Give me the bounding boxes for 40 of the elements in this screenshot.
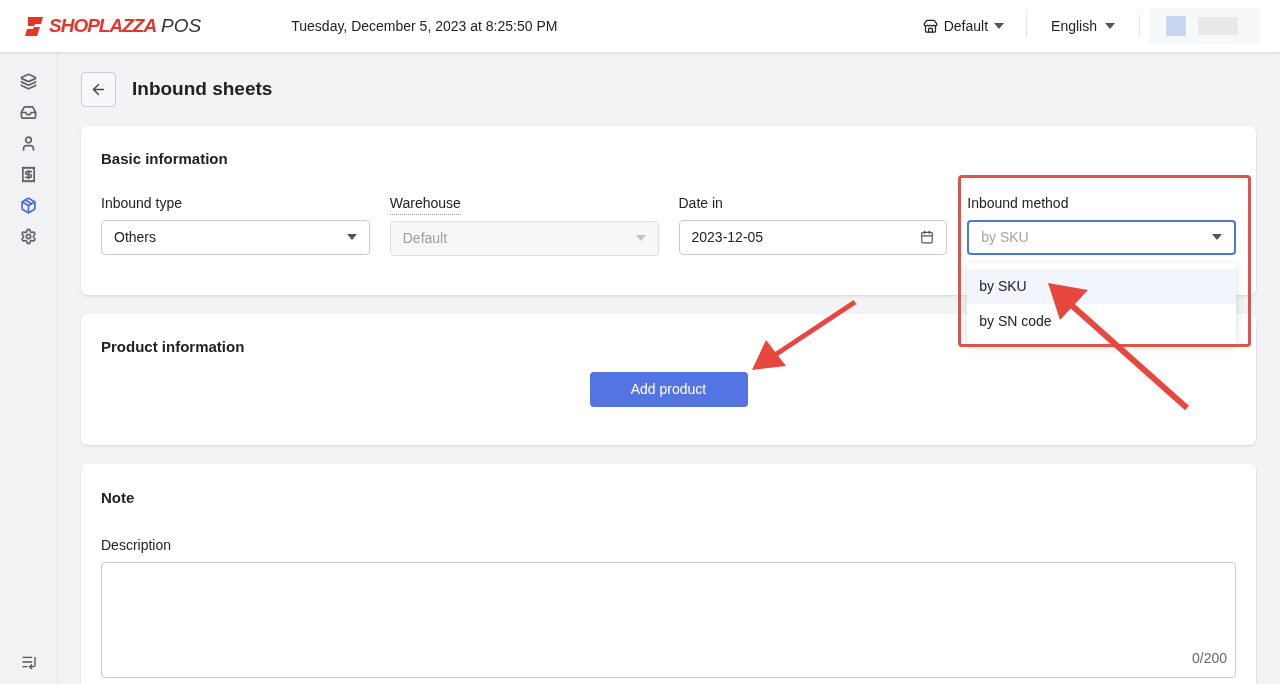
brand-name: SHOPLAZZA <box>49 13 157 38</box>
date-value: 2023-12-05 <box>691 227 764 247</box>
select-field[interactable]: Others <box>101 219 370 255</box>
date-field[interactable]: 2023-12-05 <box>678 219 948 255</box>
character-counter: 0/200 <box>1191 648 1227 668</box>
add-product-button[interactable]: Add product <box>589 372 748 407</box>
field-label: Inbound type <box>101 193 182 213</box>
back-button[interactable] <box>81 72 116 107</box>
field-label: Description <box>101 535 173 555</box>
section-title: Product information <box>101 336 246 357</box>
select-value: Others <box>114 227 156 247</box>
section-title: Basic information <box>101 149 229 169</box>
select-value: Default <box>402 228 448 248</box>
cards-icon[interactable] <box>19 72 38 90</box>
page-title: Inbound sheets <box>132 77 273 102</box>
dropdown-option[interactable]: by SKU <box>967 268 1236 304</box>
caret-icon <box>1212 234 1222 240</box>
language-selector[interactable]: English <box>1027 15 1139 37</box>
caret-icon <box>1105 23 1115 29</box>
description-field[interactable]: 0/200 <box>101 561 1236 678</box>
calendar-icon <box>920 230 935 244</box>
section-title: Note <box>101 488 136 508</box>
date-time: Tuesday, December 5, 2023 at 8:25:50 PM <box>291 16 558 36</box>
settings-icon[interactable] <box>19 227 38 245</box>
field-label: Date in <box>678 193 723 213</box>
box-icon[interactable] <box>19 196 38 214</box>
product-name: POS <box>161 13 202 38</box>
field-label: Inbound method <box>967 193 1069 213</box>
logo-icon <box>22 14 46 38</box>
field-label: Warehouse <box>389 192 461 215</box>
caret-icon <box>346 234 357 240</box>
caret-icon <box>994 23 1005 29</box>
store-selector[interactable]: Default <box>922 15 1027 37</box>
collapse-menu-icon[interactable] <box>20 654 37 670</box>
receipt-icon[interactable] <box>19 165 38 183</box>
caret-icon <box>635 235 646 241</box>
select-placeholder: by SKU <box>981 227 1029 247</box>
store-icon <box>922 18 938 34</box>
inbox-icon[interactable] <box>19 103 38 121</box>
dropdown-option[interactable]: by SN code <box>967 303 1236 339</box>
